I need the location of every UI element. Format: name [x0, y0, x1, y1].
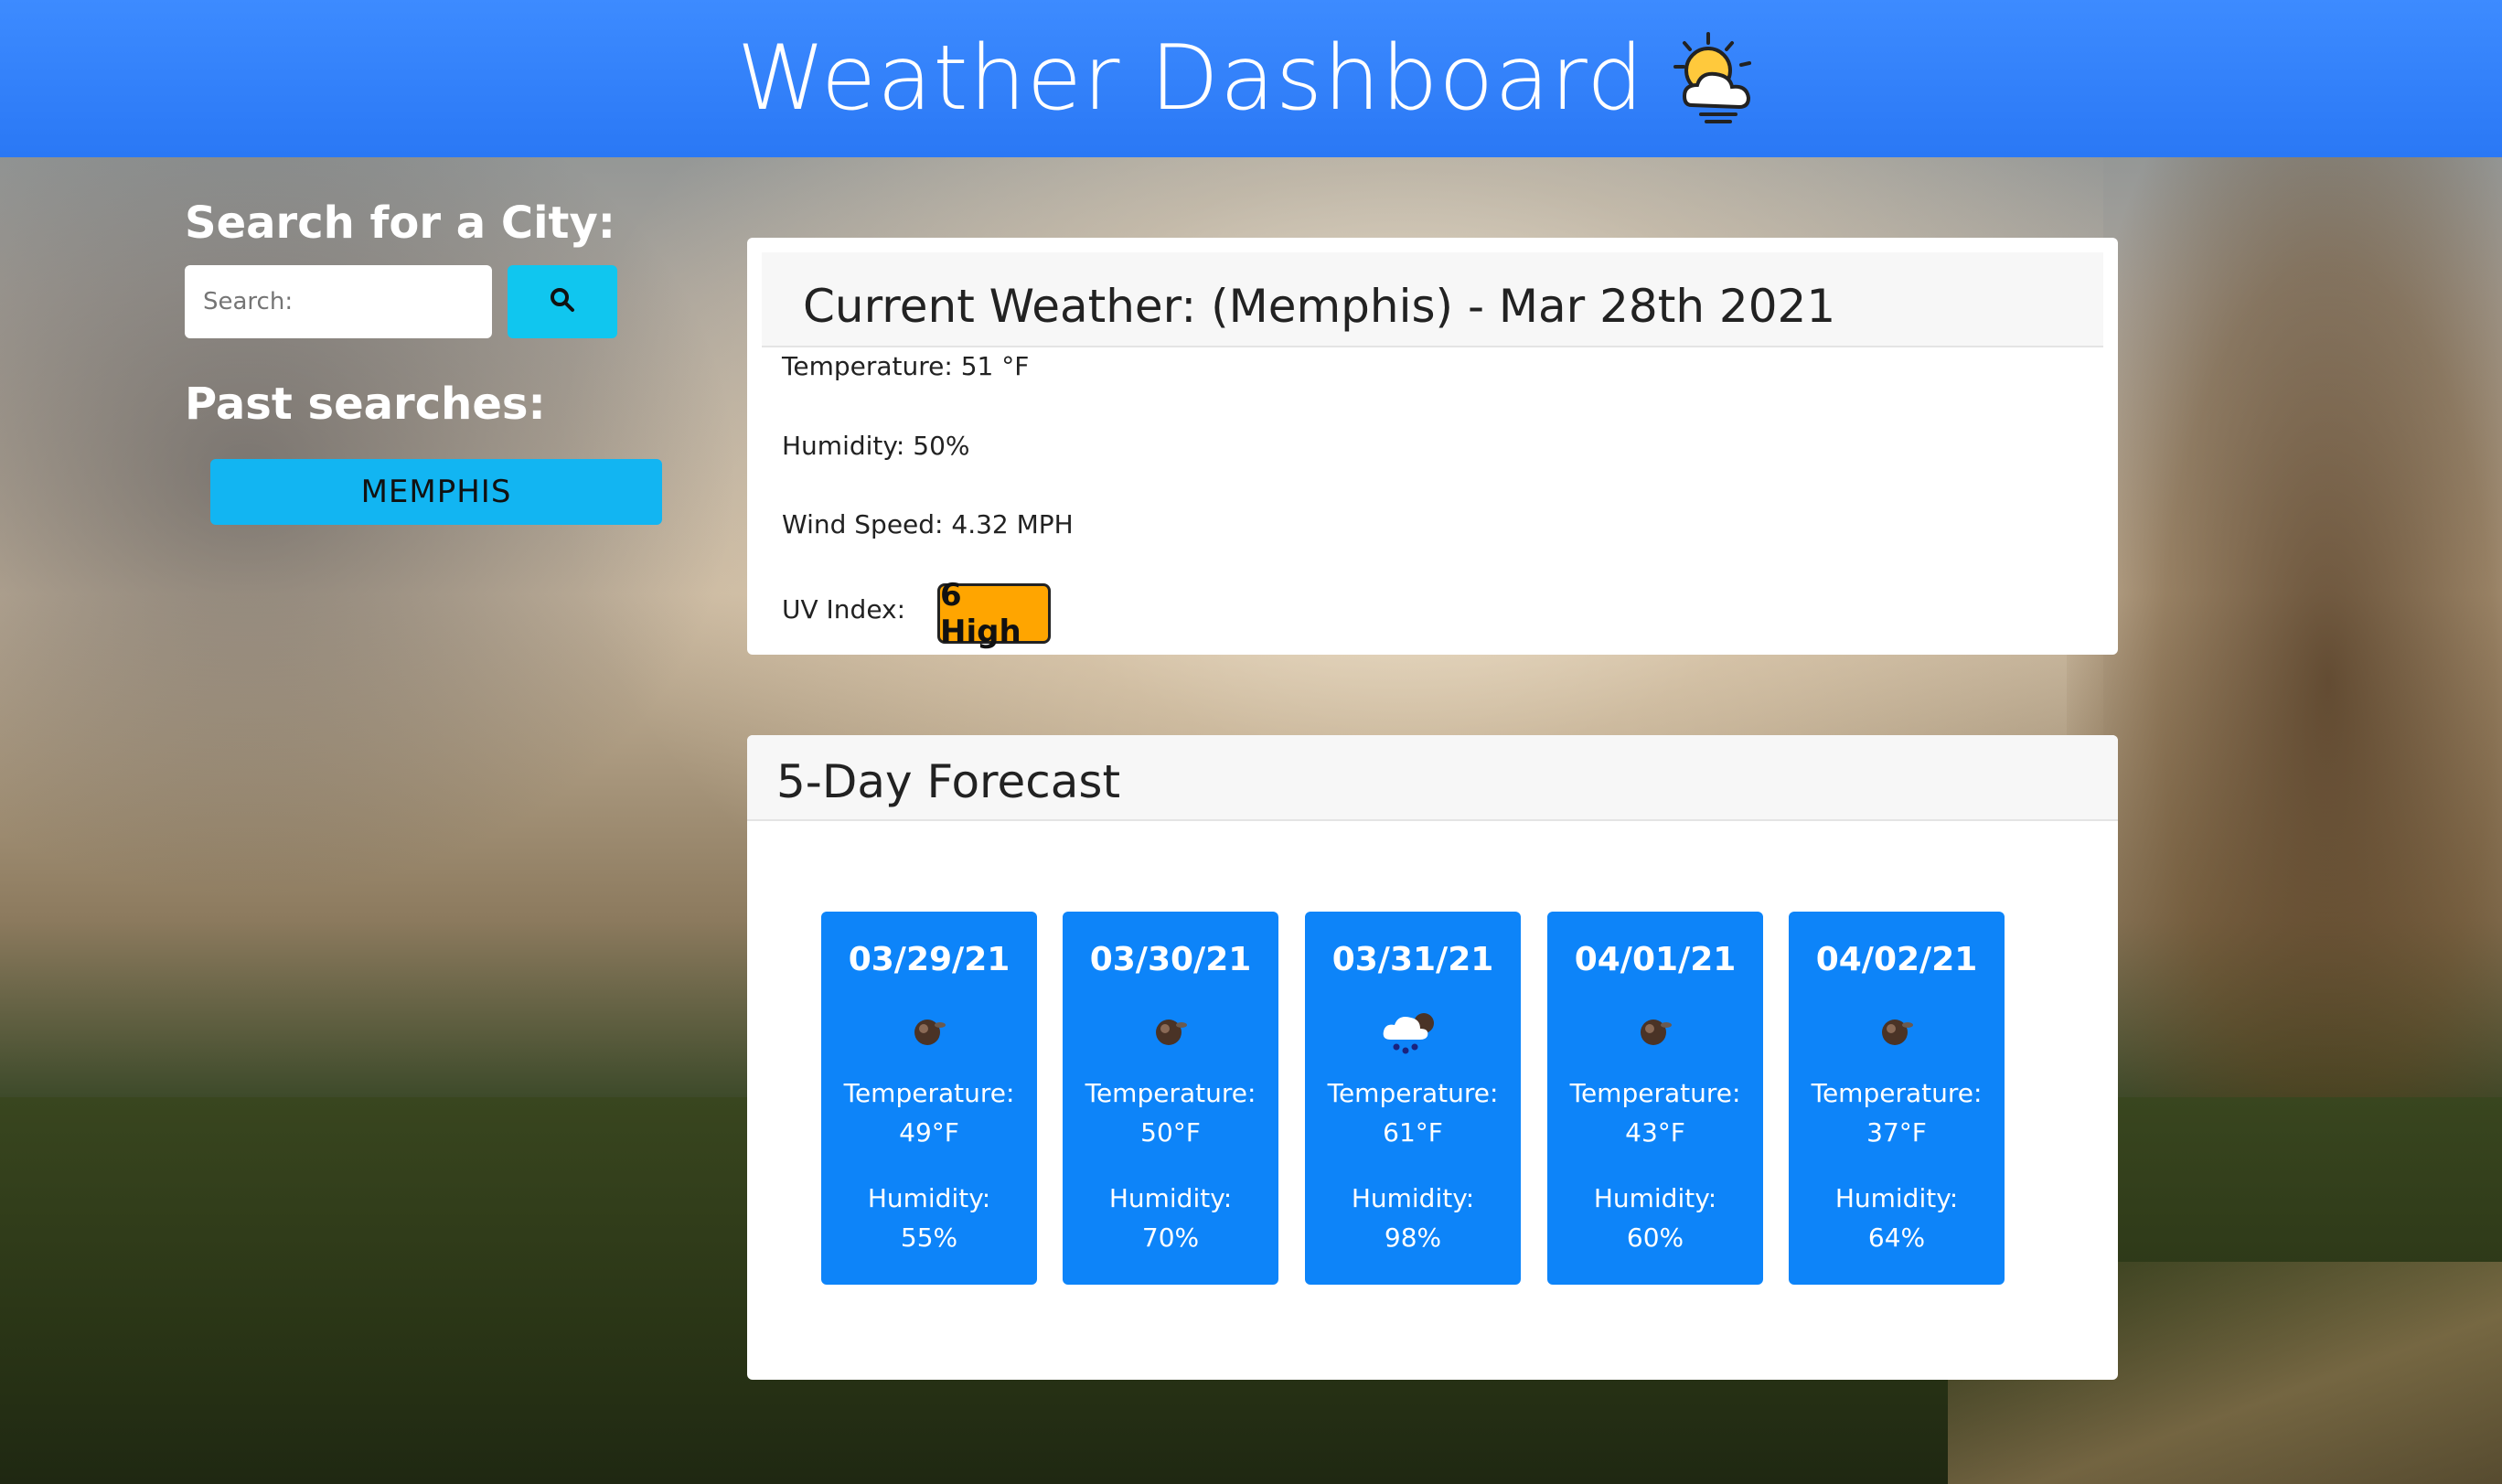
uv-index-row: UV Index: 6 High: [782, 577, 1051, 650]
uv-index-label: UV Index:: [782, 594, 906, 625]
forecast-temp-value: 37°F: [1866, 1117, 1927, 1148]
sun-behind-cloud-icon: [1664, 28, 1765, 129]
dark-sphere-icon: [1869, 1003, 1924, 1058]
forecast-header: 5-Day Forecast: [747, 735, 2118, 821]
forecast-humidity-value: 98%: [1384, 1222, 1442, 1253]
forecast-humidity-value: 70%: [1141, 1222, 1200, 1253]
forecast-humidity-label: Humidity:: [867, 1183, 991, 1213]
rain-cloud-icon: [1378, 1003, 1448, 1058]
forecast-title: 5-Day Forecast: [776, 755, 1121, 808]
forecast-date: 03/31/21: [1331, 941, 1494, 978]
forecast-date: 03/29/21: [848, 941, 1010, 978]
forecast-humidity-value: 64%: [1867, 1222, 1926, 1253]
forecast-temp-value: 49°F: [899, 1117, 959, 1148]
forecast-humidity-value: 60%: [1626, 1222, 1684, 1253]
forecast-temp-value: 43°F: [1625, 1117, 1685, 1148]
search-input[interactable]: [185, 265, 492, 338]
search-icon: [549, 286, 576, 317]
forecast-day: 03/29/21 Temperature: 49°F Humidity: 55%: [821, 912, 1037, 1285]
forecast-temp-label: Temperature:: [1569, 1078, 1741, 1108]
page-header: Weather Dashboard: [0, 0, 2502, 157]
dark-sphere-icon: [1628, 1003, 1683, 1058]
forecast-humidity-label: Humidity:: [1351, 1183, 1475, 1213]
forecast-temp-value: 61°F: [1383, 1117, 1443, 1148]
search-button[interactable]: [508, 265, 617, 338]
dark-sphere-icon: [1143, 1003, 1198, 1058]
forecast-card: 5-Day Forecast 03/29/21 Temperature: 49°…: [747, 735, 2118, 1380]
forecast-humidity-value: 55%: [900, 1222, 958, 1253]
current-humidity: Humidity: 50%: [782, 431, 970, 461]
forecast-day: 04/02/21 Temperature: 37°F Humidity: 64%: [1789, 912, 2005, 1285]
current-weather-header: Current Weather: (Memphis) - Mar 28th 20…: [762, 252, 2103, 347]
forecast-day: 04/01/21 Temperature: 43°F Humidity: 60%: [1547, 912, 1763, 1285]
forecast-date: 03/30/21: [1089, 941, 1252, 978]
uv-index-badge: 6 High: [937, 577, 1051, 650]
forecast-day: 03/31/21 Temperature: 61°F Humidity: 98%: [1305, 912, 1521, 1285]
current-weather-title: Current Weather: (Memphis) - Mar 28th 20…: [803, 280, 1836, 333]
forecast-temp-label: Temperature:: [1811, 1078, 1983, 1108]
dark-sphere-icon: [902, 1003, 957, 1058]
forecast-humidity-label: Humidity:: [1593, 1183, 1717, 1213]
forecast-humidity-label: Humidity:: [1108, 1183, 1233, 1213]
page-title: Weather Dashboard: [736, 27, 1645, 131]
forecast-temp-label: Temperature:: [843, 1078, 1015, 1108]
past-search-memphis-button[interactable]: MEMPHIS: [210, 459, 662, 525]
forecast-temp-label: Temperature:: [1327, 1078, 1499, 1108]
current-wind-speed: Wind Speed: 4.32 MPH: [782, 509, 1074, 539]
current-temperature: Temperature: 51 °F: [782, 351, 1030, 381]
forecast-temp-value: 50°F: [1140, 1117, 1201, 1148]
forecast-temp-label: Temperature:: [1085, 1078, 1256, 1108]
search-heading: Search for a City:: [185, 198, 615, 249]
forecast-date: 04/01/21: [1574, 941, 1737, 978]
past-searches-heading: Past searches:: [185, 379, 546, 430]
forecast-day: 03/30/21 Temperature: 50°F Humidity: 70%: [1063, 912, 1278, 1285]
current-weather-card: Current Weather: (Memphis) - Mar 28th 20…: [747, 238, 2118, 655]
forecast-humidity-label: Humidity:: [1834, 1183, 1959, 1213]
forecast-date: 04/02/21: [1815, 941, 1978, 978]
